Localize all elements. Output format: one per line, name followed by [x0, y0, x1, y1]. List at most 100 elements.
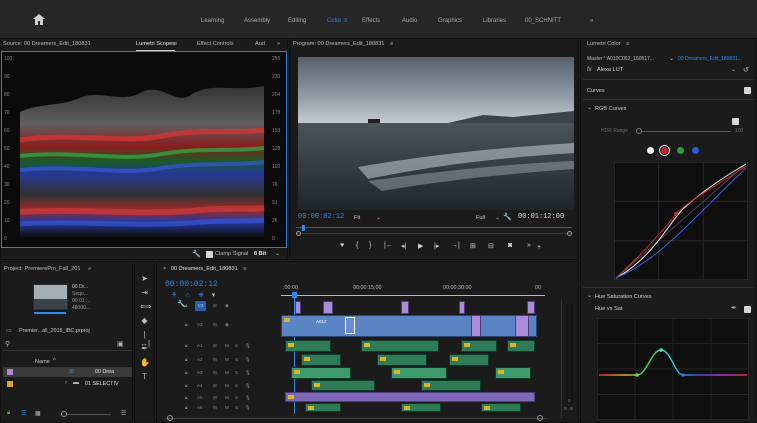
program-menu-icon[interactable]: ≡ — [390, 41, 393, 47]
pen-tool-icon[interactable]: ✒ — [140, 344, 149, 353]
workspace-tab-color[interactable]: Color — [327, 18, 341, 24]
sync-lock-icon[interactable]: ⊟ — [213, 303, 217, 309]
clip-thumbnail[interactable] — [33, 284, 68, 310]
track-label[interactable]: V3 — [195, 301, 206, 311]
meter-solo-left[interactable]: S — [564, 406, 567, 411]
type-tool-icon[interactable]: T — [140, 372, 149, 381]
master-clip-label[interactable]: Master * A010C062_160517... — [587, 56, 654, 62]
sync-lock-icon[interactable]: ⊟ — [213, 343, 217, 349]
time-ruler[interactable]: :00:00 00:00:15:00 00:00:30:00 00 — [281, 280, 545, 298]
solo-button[interactable]: S — [235, 405, 238, 410]
bit-depth-select[interactable]: 8 Bit — [254, 251, 266, 257]
add-marker-icon[interactable]: ⎈ — [198, 292, 204, 299]
video-clip[interactable] — [471, 315, 481, 337]
project-item-bin[interactable]: › ▬ 01 SELECTIV — [3, 379, 132, 389]
icon-view-icon[interactable]: ▦ — [35, 410, 41, 417]
zoom-handle-right[interactable] — [567, 231, 572, 236]
wrench-icon[interactable]: 🔧 — [192, 250, 201, 258]
track-label[interactable]: A1 — [197, 343, 203, 348]
snap-icon[interactable]: ⚘ — [171, 292, 177, 299]
hdr-enable-checkbox[interactable] — [732, 118, 739, 125]
add-marker-icon[interactable]: ♥ — [340, 242, 344, 249]
audio-clip[interactable] — [291, 367, 351, 379]
sequence-tab[interactable]: 00 Dreamers_Edit_180831 — [171, 266, 238, 272]
sync-lock-icon[interactable]: ⊟ — [213, 383, 217, 389]
search-icon[interactable]: ⚲ — [5, 340, 10, 348]
step-forward-icon[interactable]: |▸ — [434, 242, 439, 250]
workspace-tab-libraries[interactable]: Libraries — [483, 18, 506, 24]
track-label[interactable]: A2 — [197, 357, 203, 362]
mute-button[interactable]: M — [225, 395, 229, 400]
sync-lock-icon[interactable]: ⊟ — [213, 405, 217, 411]
workspace-tab-audio[interactable]: Audio — [402, 18, 417, 24]
lock-icon[interactable]: 🔒︎ — [185, 343, 187, 348]
timeline-timecode[interactable]: 00:00:02:12 — [165, 280, 218, 289]
marker-icon[interactable]: ▾ — [212, 292, 216, 299]
mark-in-icon[interactable]: { — [356, 242, 358, 249]
scopes-overflow-icon[interactable]: » — [277, 39, 280, 50]
lock-icon[interactable]: 🔒︎ — [185, 405, 187, 410]
audio-clip[interactable] — [361, 340, 439, 352]
track-label[interactable]: V2 — [197, 322, 203, 327]
video-clip[interactable]: A012 — [281, 315, 537, 337]
chevron-down-icon[interactable]: ⌄ — [731, 66, 736, 73]
close-icon[interactable]: × — [163, 266, 166, 272]
video-clip[interactable] — [323, 301, 333, 314]
timeline-menu-icon[interactable]: ≡ — [243, 266, 246, 272]
go-to-in-icon[interactable]: |← — [384, 242, 393, 249]
audio-clip[interactable] — [311, 380, 375, 391]
chevron-right-icon[interactable]: › — [65, 380, 67, 386]
panel-menu-icon[interactable]: ☰ — [121, 410, 126, 417]
track-label[interactable]: A4 — [197, 383, 203, 388]
workspace-tab-graphics[interactable]: Graphics — [438, 18, 462, 24]
workspace-menu-icon[interactable]: ≡ — [344, 18, 348, 24]
lut-select[interactable]: Alexa LUT — [597, 67, 623, 73]
sync-lock-icon[interactable]: ⊟ — [213, 322, 217, 328]
selection-tool-icon[interactable]: ➤ — [140, 274, 149, 283]
quality-select[interactable]: Full — [476, 215, 485, 221]
camera-icon[interactable]: ◙ — [508, 242, 512, 249]
solo-button[interactable]: S — [235, 343, 238, 348]
new-bin-icon[interactable]: ▣ — [117, 340, 124, 348]
microphone-icon[interactable]: 🎙︎ — [245, 383, 251, 389]
lock-icon[interactable]: 🔒︎ — [7, 410, 10, 417]
green-channel-swatch[interactable] — [677, 147, 684, 154]
hdr-slider-handle[interactable] — [636, 128, 642, 134]
microphone-icon[interactable]: 🎙︎ — [245, 370, 251, 376]
workspace-tab-assembly[interactable]: Assembly — [244, 18, 270, 24]
sync-lock-icon[interactable]: ⊟ — [213, 357, 217, 363]
playhead-icon[interactable] — [302, 225, 305, 231]
track-select-tool-icon[interactable]: ⇥ — [140, 288, 149, 297]
audio-clip[interactable] — [449, 354, 489, 366]
hue-vs-sat-graph[interactable] — [597, 318, 749, 420]
audio-clip[interactable] — [401, 403, 441, 412]
extract-icon[interactable]: ⊟ — [488, 242, 494, 250]
sort-ascending-icon[interactable]: ^ — [53, 358, 56, 364]
program-timecode[interactable]: 00:00:02:12 — [298, 213, 344, 221]
microphone-icon[interactable]: 🎙︎ — [245, 357, 251, 363]
video-clip[interactable] — [459, 301, 465, 314]
hdr-range-slider[interactable] — [639, 131, 731, 132]
rgb-curves-label[interactable]: RGB Curves — [595, 106, 626, 112]
scopes-menu-icon[interactable]: ≡ — [174, 39, 177, 50]
audio-clip[interactable] — [507, 340, 535, 352]
track-label[interactable]: A6 — [197, 405, 203, 410]
selected-clip[interactable] — [345, 317, 355, 334]
sync-lock-icon[interactable]: ⊟ — [213, 370, 217, 376]
workspace-tab-learning[interactable]: Learning — [201, 18, 224, 24]
program-overflow-icon[interactable]: » — [527, 242, 531, 249]
project-item-sequence[interactable]: ⊞ 00 Drea — [3, 367, 132, 377]
audio-clip[interactable] — [377, 354, 427, 366]
microphone-icon[interactable]: 🎙︎ — [245, 395, 251, 401]
linked-selection-icon[interactable]: ∩ — [185, 292, 190, 299]
audio-clip[interactable] — [285, 340, 331, 352]
slip-tool-icon[interactable]: |↔| — [140, 330, 150, 348]
timeline-scrollbar[interactable] — [165, 415, 547, 421]
workspace-tab-effects[interactable]: Effects — [362, 18, 380, 24]
project-overflow-icon[interactable]: » — [88, 266, 91, 272]
red-channel-swatch[interactable] — [659, 145, 670, 156]
lock-icon[interactable]: 🔒︎ — [185, 370, 187, 375]
eye-icon[interactable]: ◉ — [225, 303, 229, 309]
lift-icon[interactable]: ⊞ — [470, 242, 476, 250]
work-area-bar[interactable] — [281, 295, 545, 296]
